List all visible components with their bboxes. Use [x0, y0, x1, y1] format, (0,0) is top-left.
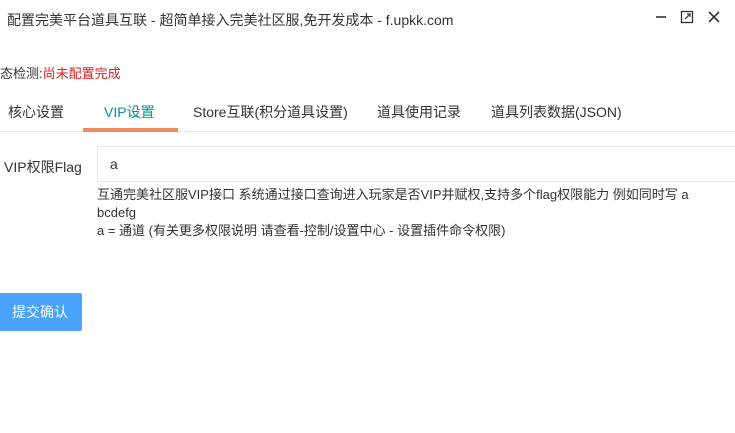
- active-tab-indicator: [83, 128, 178, 132]
- status-label: 态检测:: [0, 66, 43, 81]
- tab-item-list-json[interactable]: 道具列表数据(JSON): [491, 93, 622, 131]
- submit-button[interactable]: 提交确认: [0, 293, 82, 331]
- tab-item-usage-log[interactable]: 道具使用记录: [377, 93, 461, 131]
- help-text-line: a = 通道 (有关更多权限说明 请查看-控制/设置中心 - 设置插件命令权限): [97, 223, 506, 238]
- tab-vip-settings[interactable]: VIP设置: [104, 93, 155, 131]
- window-titlebar: 配置完美平台道具互联 - 超简单接入完美社区服,免开发成本 - f.upkk.c…: [0, 0, 735, 36]
- maximize-icon[interactable]: [678, 8, 696, 26]
- close-icon[interactable]: [705, 8, 723, 26]
- minimize-icon[interactable]: [652, 8, 670, 26]
- vip-flag-label: VIP权限Flag: [4, 159, 82, 175]
- window-title: 配置完美平台道具互联 - 超简单接入完美社区服,免开发成本 - f.upkk.c…: [7, 12, 454, 28]
- help-text-line: bcdefg: [97, 205, 137, 220]
- status-line: 态检测:尚未配置完成: [0, 63, 121, 82]
- help-text-line: 互通完美社区服VIP接口 系统通过接口查询进入玩家是否VIP并赋权,支持多个fl…: [97, 187, 689, 202]
- status-value: 尚未配置完成: [42, 66, 121, 81]
- tab-bar: 核心设置 VIP设置 Store互联(积分道具设置) 道具使用记录 道具列表数据…: [0, 93, 735, 132]
- tab-core-settings[interactable]: 核心设置: [8, 93, 64, 131]
- vip-flag-input[interactable]: a: [97, 146, 735, 182]
- vip-flag-help: 互通完美社区服VIP接口 系统通过接口查询进入玩家是否VIP并赋权,支持多个fl…: [97, 186, 735, 240]
- tab-store-link[interactable]: Store互联(积分道具设置): [193, 93, 348, 131]
